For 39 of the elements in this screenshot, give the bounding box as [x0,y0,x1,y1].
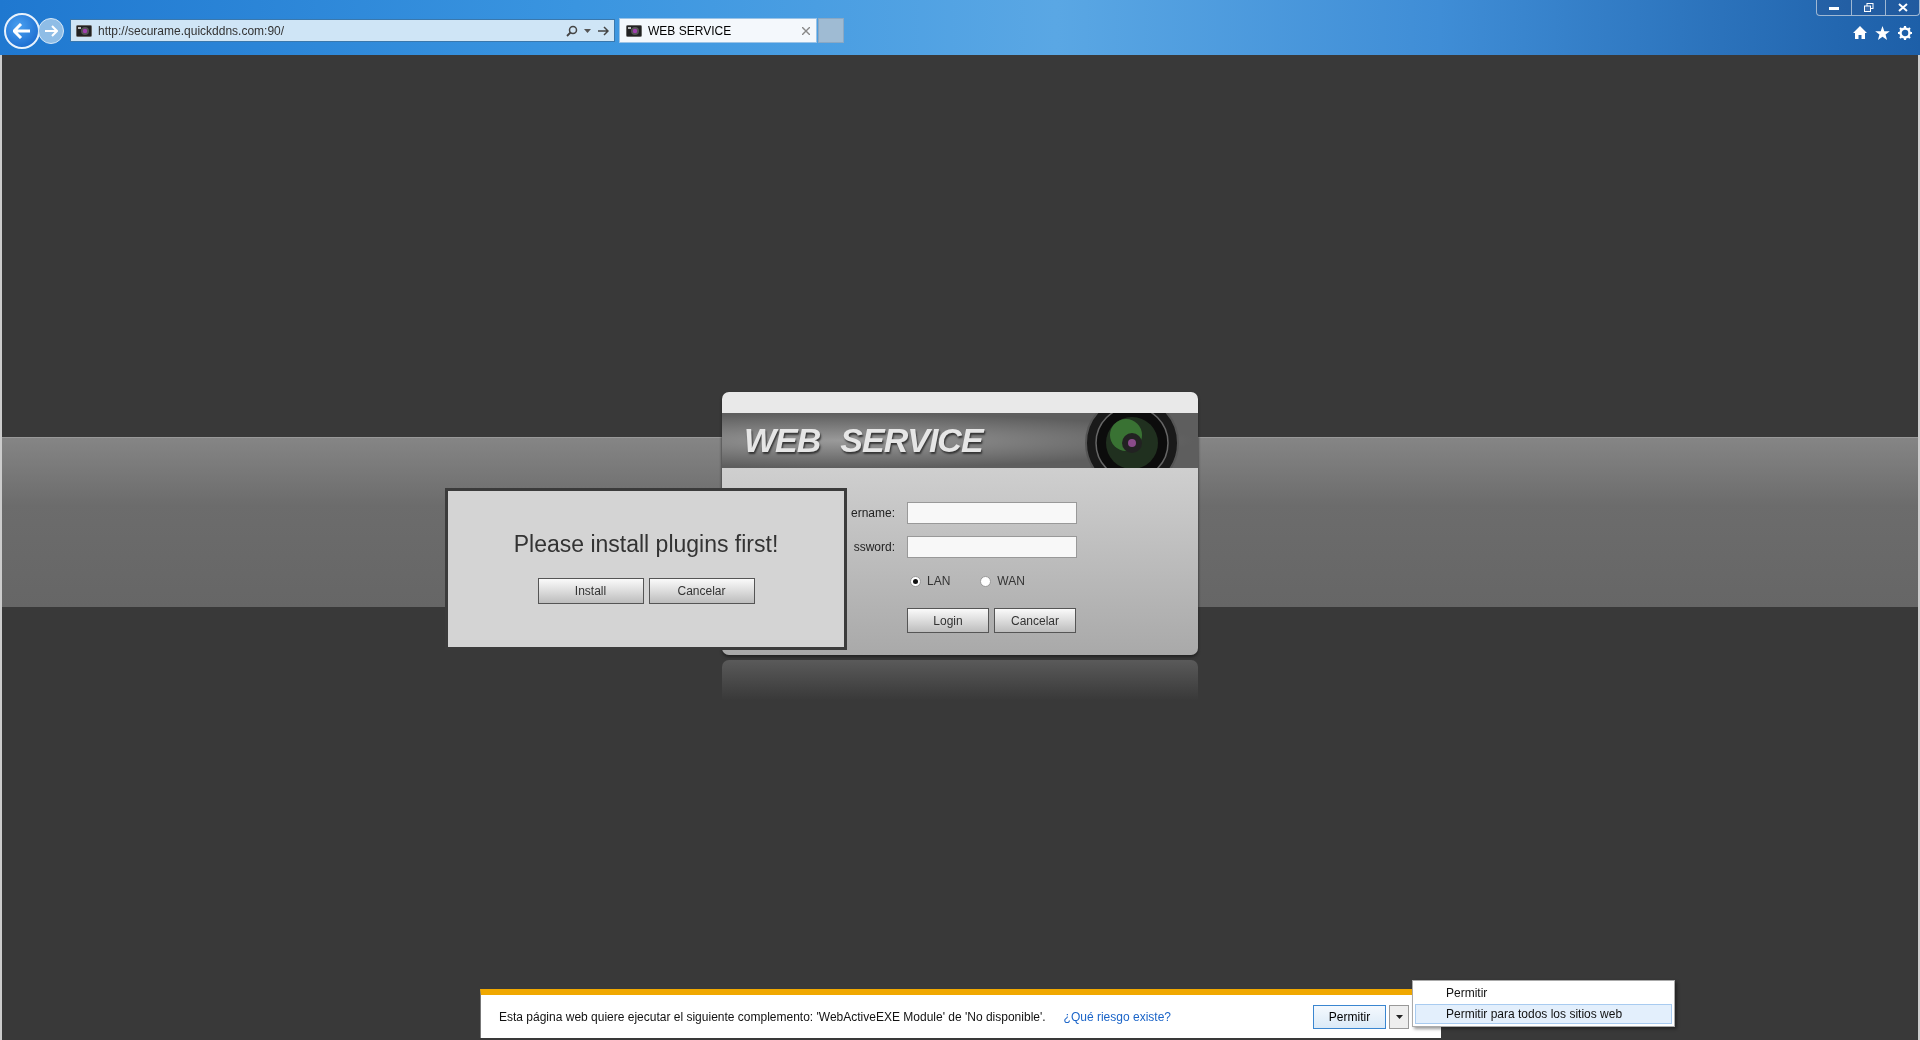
radio-option[interactable]: LAN [910,574,951,588]
go-arrow-icon[interactable] [597,25,609,36]
caret-icon [1395,1014,1403,1019]
menu-item[interactable]: Permitir [1415,983,1672,1003]
login-form-button[interactable]: Login [907,608,989,633]
dialog-button[interactable]: Install [537,578,644,604]
minimize-icon [1829,5,1839,10]
url-text: http://securame.quickddns.com:90/ [98,23,286,38]
close-icon[interactable] [802,26,810,35]
dialog-button[interactable]: Cancelar [648,578,755,604]
star-icon[interactable] [1875,26,1890,40]
close-icon [1897,3,1908,12]
search-icon[interactable] [566,24,578,37]
browser-tab[interactable]: WEB SERVICE [619,18,817,43]
camera-icon [626,24,642,37]
forward-button[interactable] [38,17,64,44]
input-field[interactable] [907,502,1077,524]
forward-arrow-icon [44,24,58,37]
field-label: ername: [850,506,895,520]
home-icon[interactable] [1853,26,1867,39]
risk-link[interactable]: ¿Qué riesgo existe? [1063,1009,1171,1024]
camera-icon [76,24,92,37]
menu-item[interactable]: Permitir para todos los sitios web [1415,1004,1672,1024]
caret-icon[interactable] [584,28,591,33]
logo-text: WEB [744,421,821,460]
notification-message: Esta página web quiere ejecutar el siguiente complemento: 'WebActiveEXE Module' de 'No disponible'. [499,1009,1046,1024]
input-field[interactable] [907,536,1077,558]
address-bar[interactable]: http://securame.quickddns.com:90/ [70,19,615,42]
login-form-button[interactable]: Cancelar [994,608,1076,633]
settings-icon[interactable] [1898,26,1912,40]
restore-icon [1863,3,1874,12]
dialog-message: Please install plugins first! [513,531,779,558]
dropdown-button[interactable] [1389,1004,1409,1029]
back-button[interactable] [4,12,40,49]
back-arrow-icon [13,22,31,39]
allow-button[interactable]: Permitir [1313,1004,1386,1029]
logo-text: SERVICE [840,421,983,460]
radio-option[interactable]: WAN [980,574,1025,588]
field-label: ssword: [853,540,895,554]
